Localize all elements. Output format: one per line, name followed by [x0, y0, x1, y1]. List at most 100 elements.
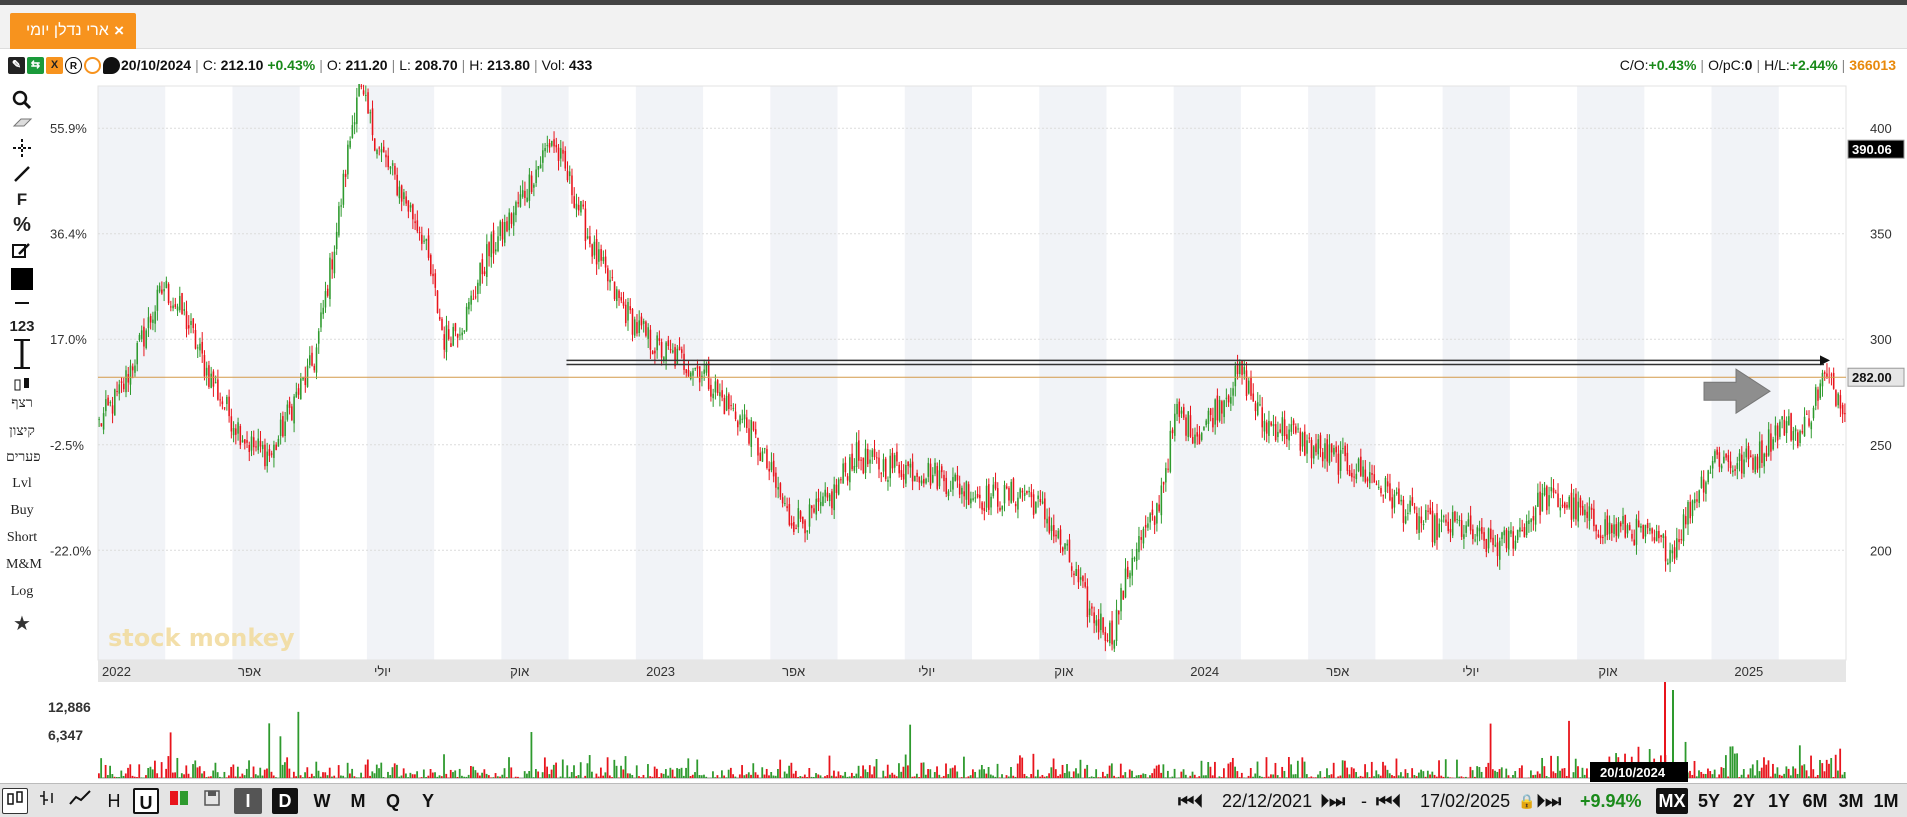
- candle-tool-icon[interactable]: [6, 376, 38, 398]
- candle-body: [777, 487, 779, 490]
- color-swatch-icon[interactable]: [6, 266, 38, 296]
- candle-body: [1539, 491, 1541, 516]
- line-chart-button[interactable]: [66, 788, 94, 814]
- candle-body: [898, 464, 900, 474]
- candle-body: [463, 330, 466, 332]
- candle-body: [745, 417, 748, 429]
- period-quarterly[interactable]: Q: [380, 788, 406, 814]
- end-date[interactable]: 17/02/2025: [1420, 788, 1510, 814]
- pencil-icon[interactable]: ✎: [8, 57, 25, 74]
- period-intraday[interactable]: I: [234, 788, 262, 814]
- search-icon[interactable]: [6, 90, 38, 114]
- volume-bar: [1417, 772, 1420, 778]
- candle-body: [723, 397, 726, 415]
- volume-bar: [1740, 774, 1743, 778]
- range-5y[interactable]: 5Y: [1694, 788, 1724, 814]
- save-icon[interactable]: [200, 788, 224, 814]
- period-yearly[interactable]: Y: [415, 788, 441, 814]
- volume-bar: [104, 764, 107, 778]
- volume-bar: [1691, 774, 1694, 778]
- tool-level[interactable]: Lvl: [6, 476, 38, 492]
- candle-body: [918, 476, 921, 483]
- u-button[interactable]: U: [133, 788, 159, 814]
- tool-short[interactable]: Short: [6, 530, 38, 546]
- candle-body: [1552, 488, 1555, 493]
- comment-icon[interactable]: [103, 57, 120, 74]
- registered-icon[interactable]: R: [65, 57, 82, 74]
- volume-bar: [1781, 775, 1783, 778]
- candle-body: [936, 466, 939, 489]
- edit-icon[interactable]: [6, 242, 38, 264]
- volume-bar: [566, 765, 569, 778]
- candle-body: [521, 190, 524, 197]
- candles-button[interactable]: [2, 788, 28, 814]
- tool-extreme[interactable]: קיצון: [6, 424, 38, 440]
- line-tool-icon[interactable]: [6, 164, 38, 188]
- end-back-icons[interactable]: ⏮⏴: [1376, 788, 1401, 814]
- eraser-icon[interactable]: [6, 116, 38, 134]
- tool-sequence[interactable]: רצף: [6, 396, 38, 412]
- candle-body: [515, 202, 517, 216]
- hlc-button[interactable]: H: [102, 788, 126, 814]
- candle-body: [1263, 420, 1266, 432]
- line-width-icon[interactable]: [6, 296, 38, 313]
- star-icon[interactable]: ★: [6, 611, 38, 636]
- start-date[interactable]: 22/12/2021: [1222, 788, 1312, 814]
- crosshair-icon[interactable]: [6, 138, 38, 162]
- end-forward-icons[interactable]: ⏵⏭: [1536, 788, 1561, 814]
- range-max[interactable]: MX: [1656, 788, 1688, 814]
- candle-body: [721, 390, 723, 398]
- fibonacci-icon[interactable]: F: [6, 190, 38, 210]
- volume-bar: [886, 764, 889, 778]
- volume-bar: [154, 760, 156, 778]
- volume-bar: [788, 765, 791, 778]
- percent-icon[interactable]: %: [6, 214, 38, 237]
- candle-body: [1346, 452, 1349, 472]
- range-3m[interactable]: 3M: [1835, 788, 1867, 814]
- chart-tab[interactable]: ארי נדלן יומי ×: [10, 13, 136, 49]
- range-2y[interactable]: 2Y: [1729, 788, 1759, 814]
- start-forward-icons[interactable]: ⏵⏭: [1320, 788, 1345, 814]
- candle-body: [452, 326, 454, 346]
- period-daily[interactable]: D: [272, 788, 298, 814]
- volume-bar: [615, 765, 618, 778]
- chart-area[interactable]: 400 55.9% 350 36.4% 300 17.0% 250 -2.5% 200 -22.0…: [46, 75, 1907, 784]
- volume-bar: [223, 771, 226, 778]
- candle-body: [963, 491, 965, 497]
- lock-icon[interactable]: 🔒: [1518, 788, 1535, 814]
- excel-icon[interactable]: X: [46, 57, 63, 74]
- volume-bar: [1234, 766, 1236, 778]
- candle-body: [501, 221, 504, 240]
- volume-bar: [1158, 764, 1160, 778]
- numbers-icon[interactable]: 123: [6, 318, 38, 335]
- tool-log[interactable]: Log: [6, 584, 38, 600]
- period-weekly[interactable]: W: [309, 788, 335, 814]
- bars-button[interactable]: [36, 788, 60, 814]
- share-icon[interactable]: ⇆: [27, 57, 44, 74]
- tool-gaps[interactable]: פערים: [6, 450, 41, 466]
- volume-bar: [1530, 770, 1532, 778]
- volume-bar: [1142, 773, 1145, 778]
- tool-buy[interactable]: Buy: [6, 503, 38, 519]
- volume-bar: [257, 775, 259, 778]
- range-1m[interactable]: 1M: [1870, 788, 1902, 814]
- candle-body: [905, 465, 907, 484]
- colors-button[interactable]: [166, 788, 192, 814]
- candle-body: [714, 381, 717, 393]
- start-back-icons[interactable]: ⏮⏴: [1178, 788, 1203, 814]
- volume-bar: [1305, 774, 1308, 778]
- range-1y[interactable]: 1Y: [1764, 788, 1794, 814]
- period-monthly[interactable]: M: [344, 788, 372, 814]
- close-tab-icon[interactable]: ×: [114, 21, 124, 41]
- candle-body: [893, 455, 896, 468]
- drawing-toolbar: F % 123 רצף קיצון פערים Lvl Buy Short M&…: [0, 84, 44, 644]
- price-chart[interactable]: 40055.9%35036.4%30017.0%250-2.5%200-22.0…: [46, 75, 1907, 784]
- candle-body: [781, 497, 784, 504]
- tool-mm[interactable]: M&M: [6, 557, 42, 573]
- volume-bar: [476, 772, 479, 778]
- candle-body: [1754, 456, 1757, 473]
- target-icon[interactable]: [84, 57, 101, 74]
- measure-icon[interactable]: [6, 336, 38, 376]
- volume-bar: [1754, 775, 1756, 778]
- range-6m[interactable]: 6M: [1799, 788, 1831, 814]
